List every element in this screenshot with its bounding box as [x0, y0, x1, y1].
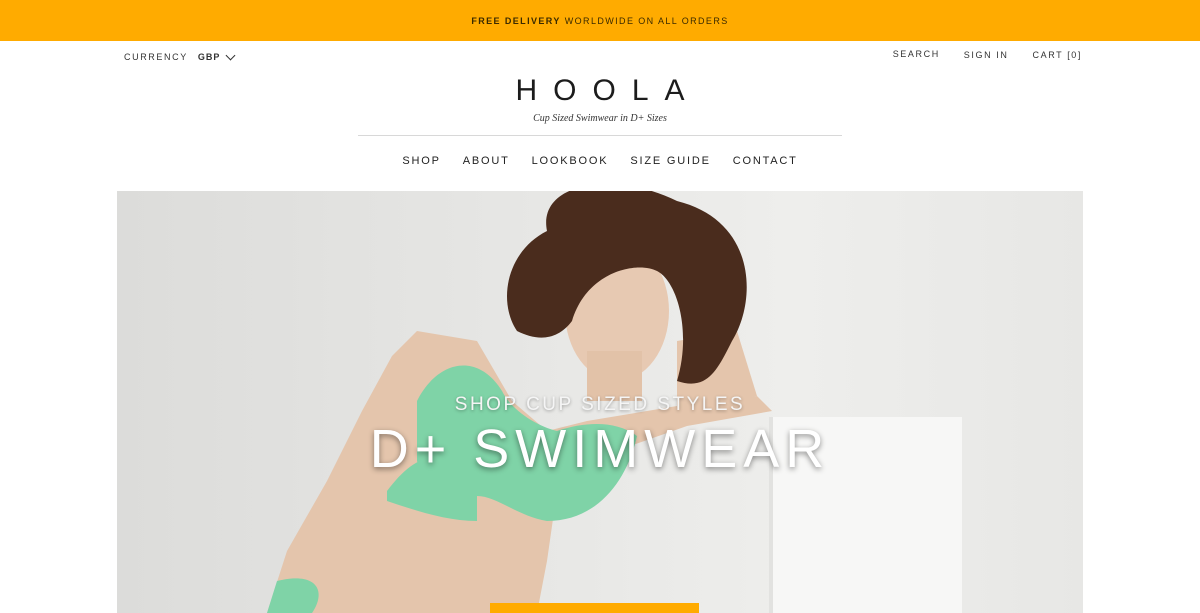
nav-item-contact[interactable]: CONTACT: [733, 155, 798, 167]
nav-item-about[interactable]: ABOUT: [463, 155, 510, 167]
hero-banner[interactable]: SHOP CUP SIZED STYLES D+ SWIMWEAR: [117, 191, 1083, 613]
header-divider: [358, 135, 842, 136]
utility-nav: SEARCH SIGN IN CART [0]: [869, 49, 1082, 60]
hero-subtitle: SHOP CUP SIZED STYLES: [454, 394, 746, 415]
sign-in-link[interactable]: SIGN IN: [964, 50, 1009, 60]
promo-text: WORLDWIDE ON ALL ORDERS: [564, 15, 729, 26]
nav-item-size-guide[interactable]: SIZE GUIDE: [630, 155, 710, 167]
site-logo[interactable]: HOOLA: [0, 74, 1200, 108]
currency-label: CURRENCY: [124, 52, 188, 62]
hero-title: D+ SWIMWEAR: [369, 419, 831, 479]
cart-link[interactable]: CART [0]: [1033, 50, 1082, 60]
promo-bold-text: FREE DELIVERY: [471, 15, 561, 26]
site-tagline: Cup Sized Swimwear in D+ Sizes: [533, 113, 667, 124]
promo-banner: FREE DELIVERY WORLDWIDE ON ALL ORDERS: [0, 0, 1200, 41]
nav-item-shop[interactable]: SHOP: [402, 155, 440, 167]
main-nav: SHOP ABOUT LOOKBOOK SIZE GUIDE CONTACT: [0, 155, 1200, 167]
hero-cta-button[interactable]: [490, 603, 699, 613]
hero-bikini-bottom: [267, 578, 319, 613]
currency-selector[interactable]: CURRENCY GBP: [124, 50, 236, 62]
search-link[interactable]: SEARCH: [893, 49, 940, 59]
nav-item-lookbook[interactable]: LOOKBOOK: [532, 155, 609, 167]
currency-value[interactable]: GBP: [198, 52, 221, 62]
chevron-down-icon[interactable]: [225, 50, 236, 60]
